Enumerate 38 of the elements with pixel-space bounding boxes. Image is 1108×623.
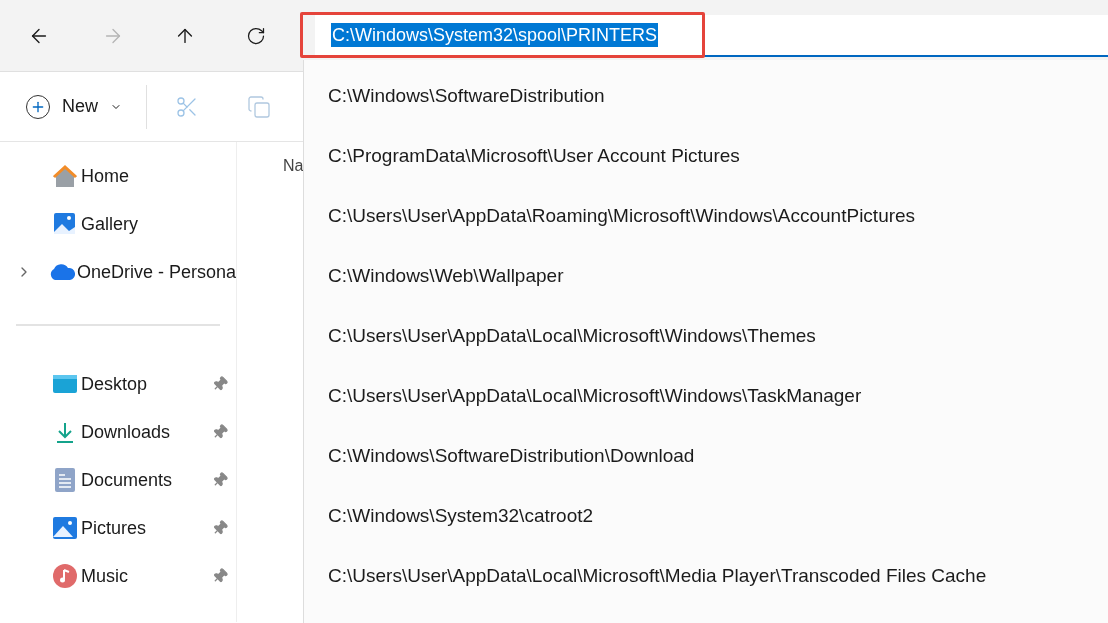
cloud-icon xyxy=(48,264,75,280)
suggestion-item[interactable]: C:\Users\User\AppData\Local\Microsoft\Windows\Themes xyxy=(304,306,1108,366)
new-button[interactable]: New xyxy=(26,93,122,120)
sidebar-label: Home xyxy=(81,164,129,188)
refresh-icon xyxy=(246,25,266,46)
sidebar-label: Gallery xyxy=(81,212,138,236)
suggestion-item[interactable]: C:\Windows\SoftwareDistribution\Download xyxy=(304,426,1108,486)
image-icon xyxy=(53,517,77,539)
suggestion-item[interactable]: C:\Users\User\AppData\Roaming\Microsoft\Windows\AccountPictures xyxy=(304,186,1108,246)
address-field[interactable]: C:\Windows\System32\spool\PRINTERS xyxy=(315,15,1108,57)
sidebar-item[interactable]: Documents xyxy=(0,456,236,504)
sidebar-item[interactable]: Downloads xyxy=(0,408,236,456)
suggestion-item[interactable]: C:\Windows\System32\catroot2 xyxy=(304,486,1108,546)
sidebar-item[interactable]: Pictures xyxy=(0,504,236,552)
sidebar-label: OneDrive - Persona xyxy=(76,260,236,284)
sidebar-item[interactable]: OneDrive - Persona xyxy=(0,248,236,296)
sidebar-label: Downloads xyxy=(81,420,171,444)
sidebar-item[interactable]: Desktop xyxy=(0,360,236,408)
suggestion-item[interactable]: C:\ProgramData\Microsoft\User Account Pictures xyxy=(304,126,1108,186)
house-icon xyxy=(52,164,78,188)
image-icon xyxy=(53,212,77,236)
suggestion-item[interactable]: C:\Windows\Web\Wallpaper xyxy=(304,246,1108,306)
sidebar-label: Desktop xyxy=(81,372,148,396)
music-note-icon xyxy=(53,564,77,588)
address-text: C:\Windows\System32\spool\PRINTERS xyxy=(331,23,659,47)
sidebar-item[interactable]: Gallery xyxy=(0,200,236,248)
download-icon xyxy=(54,421,76,443)
suggestion-item[interactable]: C:\Users\User\AppData\Local\Microsoft\Media Player\Transcoded Files Cache xyxy=(304,546,1108,606)
monitor-icon xyxy=(53,374,77,394)
column-header[interactable]: Na xyxy=(283,157,304,174)
suggestion-item[interactable]: C:\Users\User\AppData\Local\Microsoft\Windows\TaskManager xyxy=(304,366,1108,426)
sidebar-label: Music xyxy=(81,564,128,588)
suggestion-item[interactable]: C:\Windows\SoftwareDistribution xyxy=(304,66,1108,126)
sidebar-item[interactable]: Music xyxy=(0,552,236,600)
document-icon xyxy=(55,468,75,492)
sidebar-label: Pictures xyxy=(81,516,147,540)
sidebar-item[interactable]: Home xyxy=(0,152,236,200)
sidebar-label: Documents xyxy=(81,468,173,492)
